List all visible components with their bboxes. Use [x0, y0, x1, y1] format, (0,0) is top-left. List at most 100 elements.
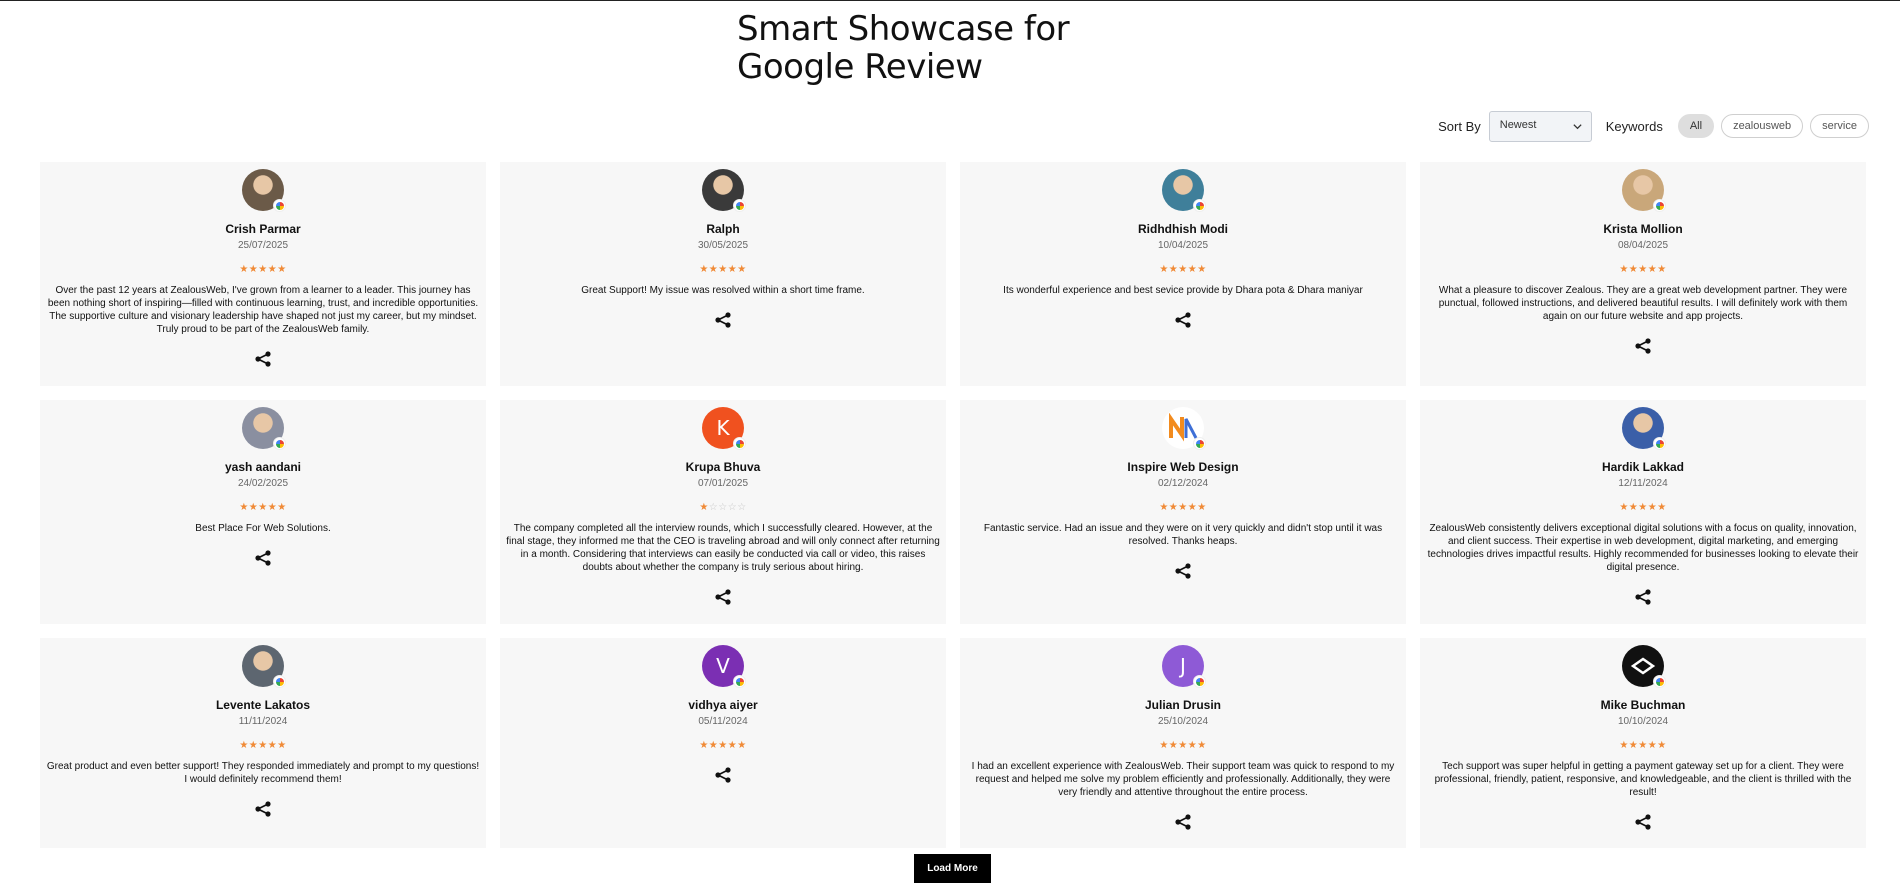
page-title: Smart Showcase for Google Review	[737, 10, 1070, 87]
star-filled-icon: ★	[1628, 740, 1639, 751]
star-filled-icon: ★	[258, 502, 268, 513]
star-rating: ★★★★★	[506, 740, 940, 752]
share-icon[interactable]	[1634, 337, 1652, 355]
google-icon	[1653, 675, 1666, 688]
reviewer-name: Ridhdhish Modi	[1138, 222, 1228, 236]
star-filled-icon: ★	[1638, 264, 1648, 275]
avatar-letter: V	[716, 654, 730, 678]
star-empty-icon: ☆	[718, 502, 728, 513]
reviewer-avatar	[1622, 645, 1666, 688]
star-filled-icon: ★	[1619, 740, 1629, 751]
review-date: 12/11/2024	[1618, 478, 1668, 489]
star-filled-icon: ★	[1647, 264, 1658, 275]
star-filled-icon: ★	[1619, 502, 1629, 513]
star-filled-icon: ★	[1197, 264, 1207, 275]
star-filled-icon: ★	[1657, 740, 1667, 751]
keyword-pill-service[interactable]: service	[1810, 114, 1869, 138]
star-rating: ★★★★★	[1426, 264, 1860, 276]
star-filled-icon: ★	[737, 264, 747, 275]
review-card: Vvidhya aiyer 05/11/2024 ★★★★★	[500, 638, 946, 848]
reviewer-name: yash aandani	[224, 460, 302, 474]
keyword-pill-all[interactable]: All	[1677, 114, 1715, 138]
reviewer-avatar: V	[702, 645, 746, 688]
sort-select[interactable]: Newest	[1488, 110, 1592, 142]
star-filled-icon: ★	[267, 502, 278, 513]
sort-label: Sort By	[1438, 118, 1481, 134]
sort-value: Newest	[1499, 118, 1537, 131]
review-date: 05/11/2024	[698, 716, 748, 727]
google-icon	[1193, 437, 1206, 450]
reviewer-name: Inspire Web Design	[1127, 460, 1239, 474]
review-text: ZealousWeb consistently delivers excepti…	[1427, 523, 1859, 573]
google-icon	[1653, 199, 1666, 212]
reviewer-name: Krista Mollion	[1603, 222, 1683, 236]
title-line-2: Google Review	[737, 47, 983, 87]
avatar-letter: K	[716, 416, 730, 440]
share-icon[interactable]	[1174, 813, 1192, 831]
review-text: What a pleasure to discover Zealous. The…	[1438, 285, 1848, 322]
review-card: yash aandani 24/02/2025 ★★★★★ Best Place Fo…	[40, 400, 486, 624]
google-icon	[273, 675, 286, 688]
top-border	[0, 0, 1900, 1]
reviewer-avatar	[1162, 407, 1206, 450]
google-icon	[733, 437, 746, 450]
star-filled-icon: ★	[1178, 740, 1188, 751]
star-filled-icon: ★	[267, 264, 278, 275]
star-filled-icon: ★	[248, 264, 259, 275]
review-date: 11/11/2024	[238, 716, 288, 727]
share-icon[interactable]	[714, 588, 732, 606]
reviewer-avatar: J	[1162, 645, 1206, 688]
reviewer-avatar: K	[702, 407, 746, 450]
reviewer-name: Mike Buchman	[1600, 698, 1686, 712]
review-date: 08/04/2025	[1617, 240, 1669, 251]
star-filled-icon: ★	[1197, 740, 1207, 751]
google-icon	[273, 437, 286, 450]
review-text: Over the past 12 years at ZealousWeb, I'…	[47, 285, 479, 335]
star-filled-icon: ★	[1168, 502, 1179, 513]
review-date: 10/10/2024	[1617, 716, 1669, 727]
star-filled-icon: ★	[737, 740, 747, 751]
review-date: 10/04/2025	[1157, 240, 1209, 251]
share-icon[interactable]	[1174, 311, 1192, 329]
reviewer-avatar	[242, 407, 286, 450]
review-card: J Julian Drusin 25/10/2024 ★★★★★ I had an ex…	[960, 638, 1406, 848]
star-rating: ★★★★★	[966, 502, 1400, 514]
star-filled-icon: ★	[248, 502, 259, 513]
google-icon	[733, 675, 746, 688]
reviewer-avatar	[242, 645, 286, 688]
star-filled-icon: ★	[718, 264, 728, 275]
star-filled-icon: ★	[1638, 740, 1648, 751]
share-icon[interactable]	[714, 766, 732, 784]
star-rating: ★★★★★	[1426, 502, 1860, 514]
keyword-pill-zealousweb[interactable]: zealousweb	[1721, 114, 1804, 138]
share-icon[interactable]	[254, 350, 272, 368]
star-filled-icon: ★	[1628, 502, 1639, 513]
share-icon[interactable]	[254, 549, 272, 567]
load-more-button[interactable]: Load More	[914, 854, 991, 883]
star-filled-icon: ★	[1628, 264, 1639, 275]
star-empty-icon: ☆	[727, 502, 738, 513]
star-filled-icon: ★	[1187, 264, 1198, 275]
share-icon[interactable]	[1174, 562, 1192, 580]
review-date: 30/05/2025	[697, 240, 749, 251]
star-filled-icon: ★	[239, 264, 249, 275]
star-rating: ★★★★★	[506, 264, 940, 276]
share-icon[interactable]	[1634, 588, 1652, 606]
reviewer-avatar	[702, 169, 746, 212]
review-text: Great Support! My issue was resolved wit…	[581, 285, 865, 296]
share-icon[interactable]	[254, 800, 272, 818]
google-icon	[733, 199, 746, 212]
share-icon[interactable]	[1634, 813, 1652, 831]
reviewer-avatar	[242, 169, 286, 212]
star-filled-icon: ★	[699, 740, 709, 751]
review-date: 24/02/2025	[237, 478, 289, 489]
review-card: Mike Buchman 10/10/2024 ★★★★★ Tech support …	[1420, 638, 1866, 848]
reviewer-name: Julian Drusin	[1144, 698, 1221, 712]
star-filled-icon: ★	[1178, 264, 1188, 275]
share-icon[interactable]	[714, 311, 732, 329]
reviewer-name: Crish Parmar	[225, 222, 301, 236]
star-filled-icon: ★	[239, 502, 249, 513]
google-icon	[1193, 199, 1206, 212]
review-date: 25/10/2024	[1157, 716, 1209, 727]
review-card: Krista Mollion 08/04/2025 ★★★★★ What a plea…	[1420, 162, 1866, 386]
